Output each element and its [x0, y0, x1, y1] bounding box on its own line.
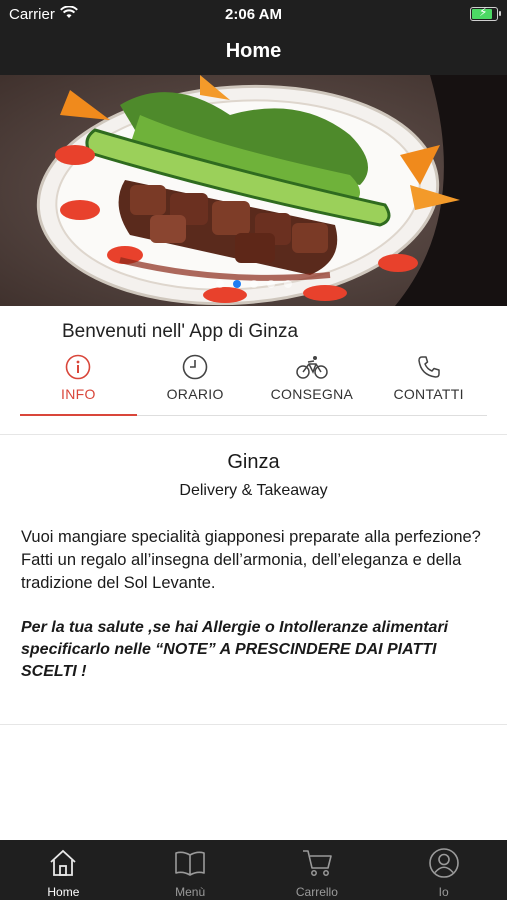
section-divider-top [0, 434, 507, 435]
page-title: Home [225, 40, 282, 62]
battery-icon: ⚡ [470, 5, 501, 21]
tab-orario-label: ORARIO [166, 386, 224, 402]
info-icon [65, 354, 91, 380]
tabbar-item-cart[interactable]: Carrello [254, 840, 381, 900]
carousel-dot[interactable] [266, 280, 275, 288]
info-tabs: INFO ORARIO CONSEGNA CONTATTI [20, 352, 487, 416]
tabbar-item-menu[interactable]: Menù [127, 840, 254, 900]
tab-contatti[interactable]: CONTATTI [370, 352, 487, 415]
tab-contatti-label: CONTATTI [393, 386, 464, 402]
allergy-note: Per la tua salute ,se hai Allergie o Int… [21, 619, 449, 680]
restaurant-description: Vuoi mangiare specialità giapponesi prep… [21, 528, 481, 592]
carousel-page-indicator[interactable] [0, 280, 507, 288]
tabbar-cart-label: Carrello [295, 885, 338, 899]
tabbar-home-label: Home [47, 885, 80, 899]
tabbar-menu-label: Menù [175, 885, 206, 899]
tab-orario[interactable]: ORARIO [137, 352, 254, 415]
section-divider-bottom [0, 724, 507, 725]
top-bar: Carrier 2:06 AM ⚡ Home [0, 0, 507, 75]
tab-info[interactable]: INFO [20, 352, 137, 416]
carousel-dot[interactable] [283, 280, 292, 288]
status-bar: Carrier 2:06 AM ⚡ [0, 0, 507, 28]
carousel-dot[interactable] [215, 280, 224, 288]
hero-image [0, 75, 507, 306]
tab-info-label: INFO [61, 386, 96, 402]
restaurant-subtitle: Delivery & Takeaway [179, 482, 328, 499]
home-icon [48, 847, 78, 879]
tab-consegna-label: CONSEGNA [270, 386, 354, 402]
book-icon [174, 847, 206, 879]
carousel-dot[interactable] [232, 280, 241, 288]
bicycle-icon [296, 354, 328, 380]
hero-carousel[interactable] [0, 75, 507, 306]
bottom-tab-bar: Home Menù Carrello Io [0, 840, 507, 900]
welcome-text: Benvenuti nell' App di Ginza [62, 321, 299, 342]
restaurant-name: Ginza [227, 451, 280, 473]
tabbar-item-profile[interactable]: Io [380, 840, 507, 900]
carousel-dot[interactable] [249, 280, 258, 288]
clock-icon [182, 354, 208, 380]
status-time: 2:06 AM [225, 6, 282, 23]
phone-icon [417, 354, 441, 380]
cart-icon [301, 847, 333, 879]
tabbar-profile-label: Io [438, 885, 449, 899]
tabbar-item-home[interactable]: Home [0, 840, 127, 900]
user-icon [428, 847, 460, 879]
tab-consegna[interactable]: CONSEGNA [254, 352, 371, 415]
